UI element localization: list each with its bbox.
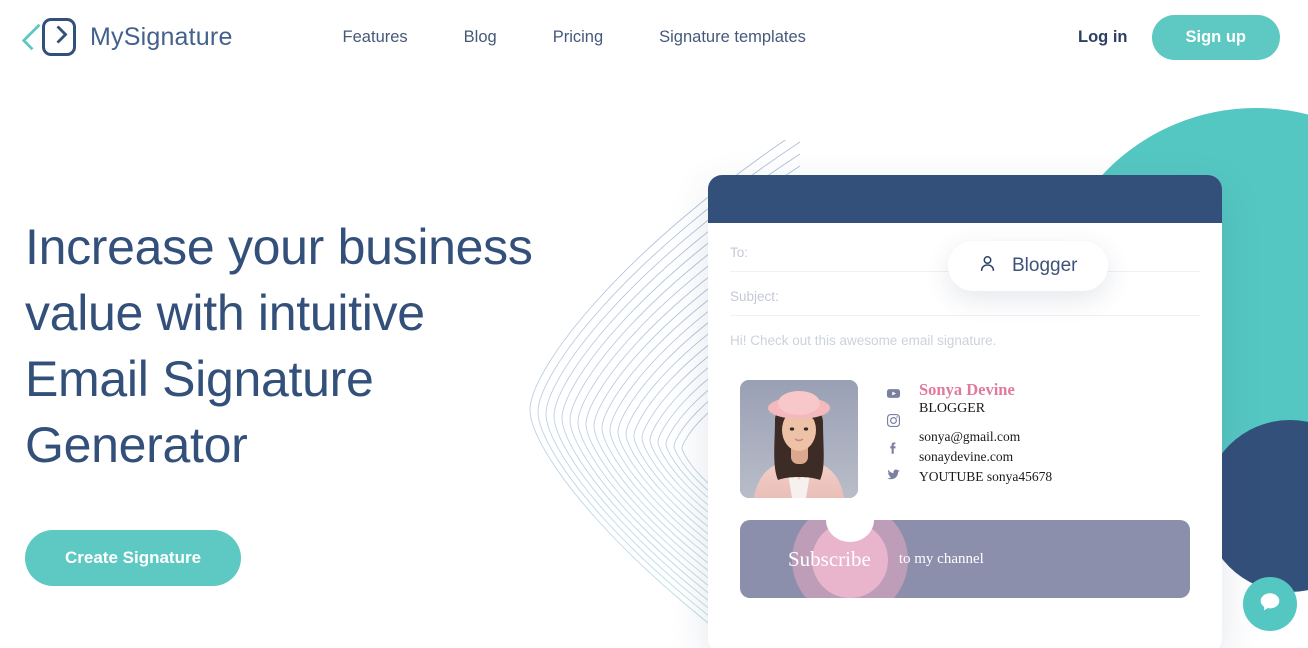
nav-link-pricing[interactable]: Pricing — [553, 28, 603, 47]
nav-links: Features Blog Pricing Signature template… — [343, 28, 806, 47]
nav-link-signature-templates[interactable]: Signature templates — [659, 28, 806, 47]
facebook-icon[interactable] — [886, 440, 901, 455]
nav-link-features[interactable]: Features — [343, 28, 408, 47]
signature-contacts: sonya@gmail.com sonaydevine.com YOUTUBE … — [919, 427, 1052, 487]
signature-youtube: YOUTUBE sonya45678 — [919, 469, 1053, 484]
mysignature-logo-icon — [21, 16, 76, 58]
signature-social-icons — [886, 380, 901, 498]
email-signature-block: Sonya Devine BLOGGER sonya@gmail.com son… — [730, 380, 1200, 498]
landing-page: MySignature Features Blog Pricing Signat… — [0, 0, 1308, 648]
subscribe-sublabel: to my channel — [898, 550, 984, 567]
hero-title-line-1: Increase your business — [25, 219, 533, 275]
chat-bubble-icon — [1256, 588, 1284, 621]
youtube-icon[interactable] — [886, 386, 901, 401]
person-icon — [978, 254, 997, 278]
instagram-icon[interactable] — [886, 413, 901, 428]
signature-details: Sonya Devine BLOGGER sonya@gmail.com son… — [886, 380, 1052, 498]
create-signature-button[interactable]: Create Signature — [25, 530, 242, 586]
nav-actions: Log in Sign up — [1078, 14, 1280, 60]
login-link[interactable]: Log in — [1078, 28, 1127, 47]
signature-website: sonaydevine.com — [919, 449, 1014, 464]
signature-text-block: Sonya Devine BLOGGER sonya@gmail.com son… — [919, 380, 1052, 498]
hero-section: Increase your business value with intuit… — [25, 214, 625, 586]
hero-title-line-4: Generator — [25, 417, 248, 473]
top-navigation-bar: MySignature Features Blog Pricing Signat… — [0, 0, 1308, 74]
signup-button[interactable]: Sign up — [1151, 14, 1280, 60]
email-card-header — [708, 175, 1222, 223]
signature-email: sonya@gmail.com — [919, 429, 1021, 444]
signature-name: Sonya Devine — [919, 380, 1015, 399]
brand-name: MySignature — [90, 22, 233, 51]
hero-title-line-2: value with intuitive — [25, 285, 425, 341]
email-greeting-text: Hi! Check out this awesome email signatu… — [730, 333, 997, 348]
nav-link-blog[interactable]: Blog — [464, 28, 497, 47]
blogger-tooltip[interactable]: Blogger — [948, 241, 1108, 291]
chat-widget-button[interactable] — [1243, 577, 1297, 631]
email-subject-field[interactable]: Subject: — [730, 289, 1200, 316]
blogger-label: Blogger — [1012, 255, 1078, 276]
hero-title-line-3: Email Signature — [25, 351, 374, 407]
avatar — [740, 380, 858, 498]
page-title: Increase your business value with intuit… — [25, 214, 625, 478]
subscribe-banner[interactable]: Subscribe to my channel — [740, 520, 1190, 598]
signature-role: BLOGGER — [919, 401, 986, 416]
subscribe-label: Subscribe — [788, 546, 871, 571]
twitter-icon[interactable] — [886, 467, 901, 482]
brand-logo[interactable]: MySignature — [21, 16, 233, 58]
